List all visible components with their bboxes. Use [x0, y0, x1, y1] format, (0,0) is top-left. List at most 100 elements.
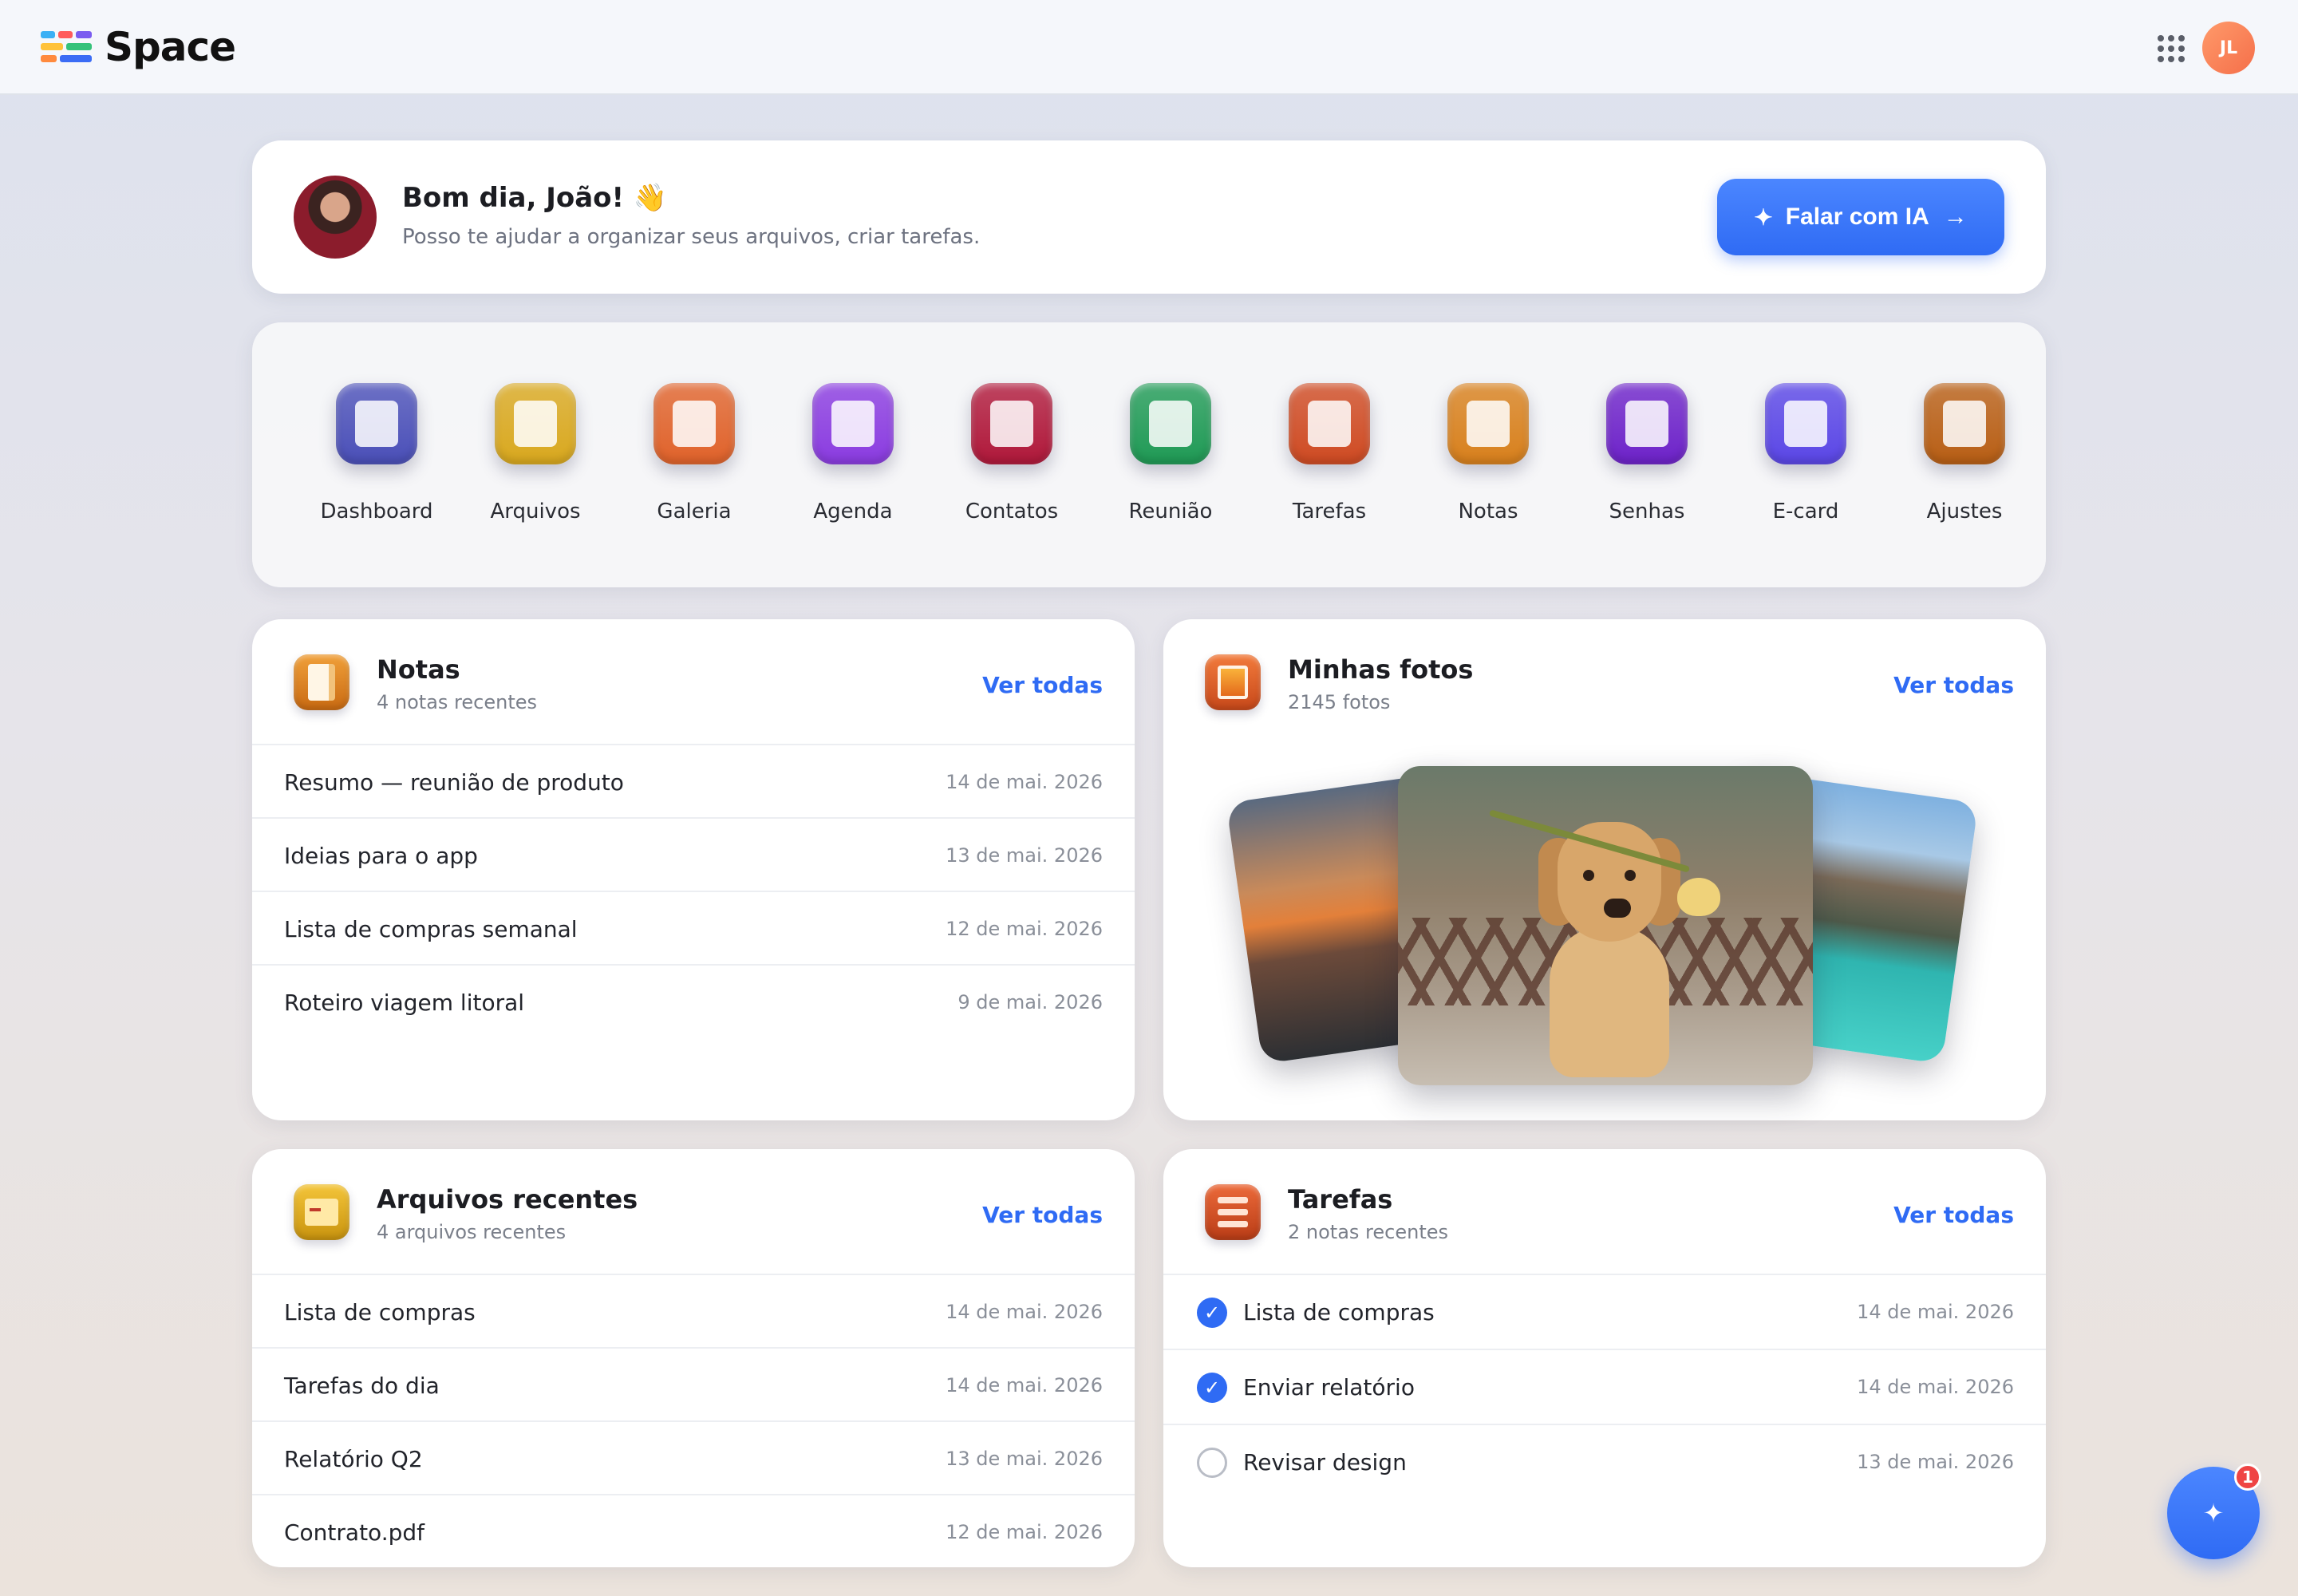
app-arquivos[interactable]: Arquivos: [464, 383, 607, 523]
files-subtitle: 4 arquivos recentes: [377, 1221, 567, 1243]
app-reuni-o[interactable]: Reunião: [1099, 383, 1242, 523]
gallery-icon: [1205, 654, 1261, 710]
photos-title: Minhas fotos: [1288, 654, 1474, 685]
sparkle-icon: ✦: [1754, 204, 1773, 230]
app-label: Senhas: [1609, 500, 1685, 523]
app-label: E-card: [1772, 500, 1839, 523]
app-label: Ajustes: [1926, 500, 2003, 523]
app-dashboard[interactable]: Dashboard: [305, 383, 448, 523]
gallery-icon: [653, 383, 735, 464]
notes-row-date: 13 de mai. 2026: [946, 844, 1103, 867]
dog-photo[interactable]: [1398, 766, 1813, 1085]
logo[interactable]: Space: [41, 24, 236, 70]
notes-row[interactable]: Lista de compras semanal 12 de mai. 2026: [252, 891, 1135, 964]
app-senhas[interactable]: Senhas: [1575, 383, 1719, 523]
photos-panel: Minhas fotos 2145 fotos Ver todas: [1163, 619, 2046, 1120]
notes-row-date: 14 de mai. 2026: [946, 771, 1103, 793]
notes-row-title: Roteiro viagem litoral: [284, 990, 525, 1016]
tasks-icon: [1289, 383, 1370, 464]
app-notas[interactable]: Notas: [1416, 383, 1560, 523]
apps-grid-icon[interactable]: [2158, 35, 2185, 62]
tasks-subtitle: 2 notas recentes: [1288, 1221, 1448, 1243]
app-label: Contatos: [965, 500, 1059, 523]
notes-row-title: Lista de compras semanal: [284, 916, 578, 942]
app-e-card[interactable]: E-card: [1734, 383, 1877, 523]
files-row[interactable]: Tarefas do dia 14 de mai. 2026: [252, 1347, 1135, 1420]
photos-see-all-link[interactable]: Ver todas: [1893, 672, 2014, 698]
files-row-title: Lista de compras: [284, 1299, 476, 1325]
task-row[interactable]: ✓ Enviar relatório 14 de mai. 2026: [1163, 1349, 2046, 1424]
files-title: Arquivos recentes: [377, 1184, 638, 1215]
calendar-icon: [812, 383, 894, 464]
notes-see-all-link[interactable]: Ver todas: [982, 672, 1103, 698]
top-bar: Space JL: [0, 0, 2298, 95]
logo-mark-icon: [41, 31, 93, 63]
files-row[interactable]: Contrato.pdf 12 de mai. 2026: [252, 1494, 1135, 1567]
files-row-title: Relatório Q2: [284, 1446, 423, 1472]
notes-row-date: 12 de mai. 2026: [946, 918, 1103, 940]
tasks-title: Tarefas: [1288, 1184, 1393, 1215]
ecard-icon: [1765, 383, 1846, 464]
app-tarefas[interactable]: Tarefas: [1258, 383, 1401, 523]
notes-row-title: Ideias para o app: [284, 843, 478, 869]
app-contatos[interactable]: Contatos: [940, 383, 1084, 523]
unchecked-checkbox-icon[interactable]: [1197, 1448, 1227, 1478]
talk-to-ai-label: Falar com IA: [1785, 203, 1929, 230]
files-list: Lista de compras 14 de mai. 2026 Tarefas d…: [252, 1274, 1135, 1567]
greeting-card: Bom dia, João! 👋 Posso te ajudar a organ…: [252, 140, 2046, 294]
user-avatar[interactable]: JL: [2202, 22, 2255, 74]
lock-icon: [1606, 383, 1688, 464]
folder-icon: [294, 1184, 349, 1240]
task-date: 13 de mai. 2026: [1857, 1451, 2014, 1473]
app-label: Notas: [1458, 500, 1518, 523]
meeting-icon: [1130, 383, 1211, 464]
app-label: Agenda: [813, 500, 893, 523]
app-label: Galeria: [657, 500, 732, 523]
files-row[interactable]: Relatório Q2 13 de mai. 2026: [252, 1420, 1135, 1494]
files-row-title: Contrato.pdf: [284, 1519, 424, 1546]
files-row[interactable]: Lista de compras 14 de mai. 2026: [252, 1274, 1135, 1347]
files-row-date: 12 de mai. 2026: [946, 1521, 1103, 1543]
app-agenda[interactable]: Agenda: [781, 383, 925, 523]
photos-subtitle: 2145 fotos: [1288, 691, 1391, 713]
task-row[interactable]: ✓ Lista de compras 14 de mai. 2026: [1163, 1274, 2046, 1349]
tasks-see-all-link[interactable]: Ver todas: [1893, 1202, 2014, 1228]
app-label: Reunião: [1128, 500, 1213, 523]
tasks-icon: [1205, 1184, 1261, 1240]
arrow-right-icon: →: [1943, 203, 1968, 230]
task-date: 14 de mai. 2026: [1857, 1301, 2014, 1323]
folder-icon: [495, 383, 576, 464]
notes-row[interactable]: Ideias para o app 13 de mai. 2026: [252, 817, 1135, 891]
dashboard-icon: [336, 383, 417, 464]
notes-list: Resumo — reunião de produto 14 de mai. 20…: [252, 744, 1135, 1037]
notes-row-title: Resumo — reunião de produto: [284, 769, 624, 796]
greeting-subtitle: Posso te ajudar a organizar seus arquivo…: [402, 225, 981, 249]
notes-icon: [1447, 383, 1529, 464]
checked-checkbox-icon[interactable]: ✓: [1197, 1373, 1227, 1403]
task-title: Lista de compras: [1243, 1299, 1435, 1325]
notes-subtitle: 4 notas recentes: [377, 691, 537, 713]
contact-icon: [971, 383, 1052, 464]
tasks-list: ✓ Lista de compras 14 de mai. 2026 ✓ Enviar …: [1163, 1274, 2046, 1499]
notes-row[interactable]: Roteiro viagem litoral 9 de mai. 2026: [252, 964, 1135, 1037]
checked-checkbox-icon[interactable]: ✓: [1197, 1298, 1227, 1328]
app-launcher: Dashboard Arquivos Galeria Agenda Contatos Re…: [252, 322, 2046, 587]
notes-row[interactable]: Resumo — reunião de produto 14 de mai. 20…: [252, 744, 1135, 817]
app-label: Dashboard: [320, 500, 433, 523]
notes-title: Notas: [377, 654, 460, 685]
notes-icon: [294, 654, 349, 710]
files-see-all-link[interactable]: Ver todas: [982, 1202, 1103, 1228]
task-date: 14 de mai. 2026: [1857, 1376, 2014, 1398]
settings-toggle-icon: [1924, 383, 2005, 464]
app-ajustes[interactable]: Ajustes: [1893, 383, 2036, 523]
app-label: Arquivos: [490, 500, 581, 523]
tasks-panel: Tarefas 2 notas recentes Ver todas ✓ List…: [1163, 1149, 2046, 1567]
app-label: Tarefas: [1292, 500, 1367, 523]
greeting-title: Bom dia, João! 👋: [402, 182, 668, 214]
app-galeria[interactable]: Galeria: [622, 383, 766, 523]
files-row-title: Tarefas do dia: [284, 1373, 440, 1399]
talk-to-ai-button[interactable]: ✦ Falar com IA →: [1717, 179, 2004, 255]
sparkle-icon: ✦: [2202, 1498, 2225, 1528]
task-title: Revisar design: [1243, 1449, 1407, 1476]
task-row[interactable]: Revisar design 13 de mai. 2026: [1163, 1424, 2046, 1499]
